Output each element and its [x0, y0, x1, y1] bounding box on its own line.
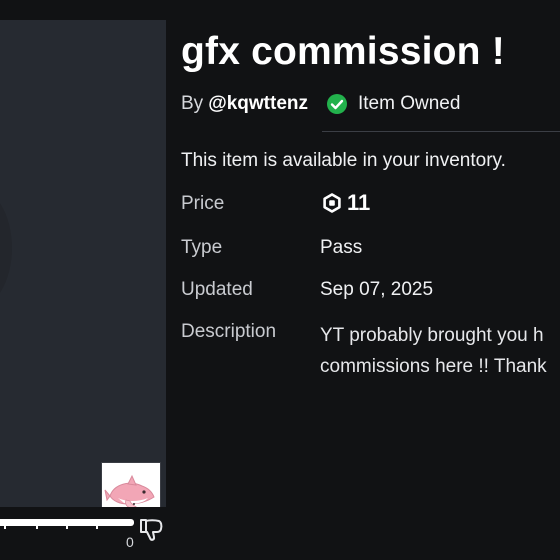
vote-bar-ticks — [0, 526, 134, 530]
item-title: gfx commission ! — [181, 30, 505, 73]
dislike-count: 0 — [126, 534, 134, 550]
description-label: Description — [181, 321, 277, 342]
shark-plush-image — [104, 474, 155, 507]
inventory-notice: This item is available in your inventory… — [181, 150, 506, 171]
creator-link[interactable]: @kqwttenz — [208, 93, 308, 115]
preview-shape — [0, 186, 12, 310]
byline: By @kqwttenz Item Owned — [181, 93, 460, 115]
vote-ratio-bar — [0, 519, 134, 526]
item-thumbnail[interactable] — [101, 462, 161, 507]
type-value: Pass — [320, 237, 363, 258]
description-text: YT probably brought you h commissions he… — [320, 320, 547, 382]
divider — [322, 131, 560, 132]
item-page: 0 gfx commission ! By @kqwttenz Item Own… — [0, 0, 560, 560]
description-line: commissions here !! Thank — [320, 356, 547, 377]
updated-label: Updated — [181, 279, 253, 300]
updated-value: Sep 07, 2025 — [320, 279, 434, 300]
robux-icon — [323, 193, 341, 213]
price: 11 — [322, 190, 370, 216]
check-circle-icon — [327, 94, 347, 114]
item-preview-image — [0, 20, 166, 507]
price-label: Price — [181, 193, 225, 214]
by-label: By — [181, 93, 204, 114]
thumbs-down-icon[interactable] — [137, 516, 165, 544]
item-owned-label: Item Owned — [358, 93, 461, 114]
type-label: Type — [181, 237, 223, 258]
description-line: YT probably brought you h — [320, 325, 544, 346]
price-value: 11 — [347, 190, 371, 215]
